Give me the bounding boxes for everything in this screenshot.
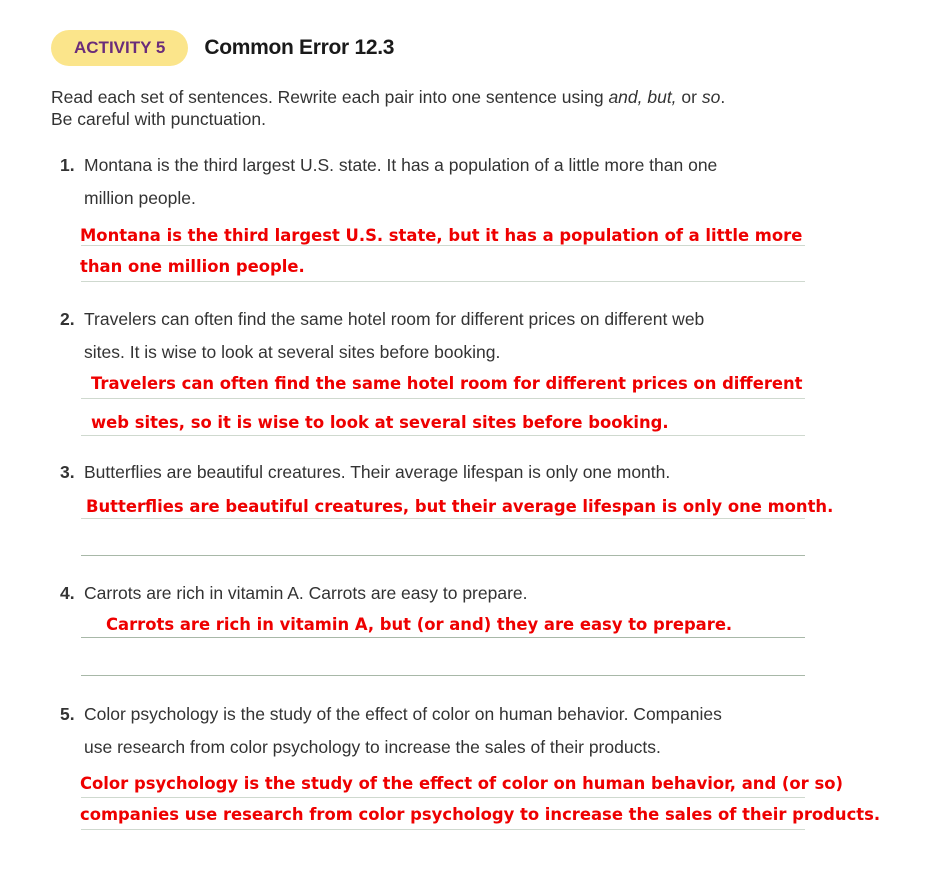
- question-4-number: 4.: [60, 583, 75, 603]
- answer-4-rule-1: [81, 637, 805, 638]
- question-5-line-1: Color psychology is the study of the eff…: [84, 704, 722, 724]
- answer-3-rule-2: [81, 555, 805, 556]
- activity-badge: ACTIVITY 5: [51, 30, 189, 66]
- answer-3-rule-1: [81, 518, 805, 519]
- answer-1-line-2: than one million people.: [80, 257, 305, 276]
- instructions-text: Read each set of sentences. Rewrite each…: [51, 87, 609, 107]
- answer-5-line-1: Color psychology is the study of the eff…: [80, 774, 843, 793]
- answer-1-rule-2: [81, 281, 805, 282]
- question-3-number: 3.: [60, 462, 75, 482]
- activity-title: Common Error 12.3: [204, 36, 395, 59]
- answer-1-rule-1: [81, 245, 805, 246]
- answer-2-line-2: web sites, so it is wise to look at seve…: [91, 413, 669, 432]
- answer-2-rule-2: [81, 435, 805, 436]
- instructions-period: .: [720, 87, 726, 107]
- question-3-line-1: Butterflies are beautiful creatures. The…: [84, 462, 671, 482]
- instructions-conjunctions: and, but,: [608, 87, 677, 107]
- instructions-line2: Be careful with punctuation.: [51, 109, 266, 129]
- question-1-line-1: Montana is the third largest U.S. state.…: [84, 155, 718, 175]
- answer-1-line-1: Montana is the third largest U.S. state,…: [80, 226, 803, 245]
- answer-5-line-2: companies use research from color psycho…: [80, 805, 881, 824]
- answer-4-line-1: Carrots are rich in vitamin A, but (or a…: [106, 615, 733, 634]
- question-1-line-2: million people.: [84, 188, 196, 208]
- question-2-number: 2.: [60, 309, 75, 329]
- question-1-number: 1.: [60, 155, 75, 175]
- answer-4-rule-2: [81, 675, 805, 676]
- answer-3-line-1: Butterflies are beautiful creatures, but…: [86, 497, 834, 516]
- instructions-or: or: [676, 87, 702, 107]
- question-5-line-2: use research from color psychology to in…: [84, 737, 661, 757]
- answer-5-rule-2: [81, 829, 805, 830]
- activity-header: ACTIVITY 5 Common Error 12.3: [51, 30, 394, 66]
- answer-5-rule-1: [81, 797, 805, 798]
- answer-2-line-1: Travelers can often find the same hotel …: [91, 374, 803, 393]
- instructions-so: so: [701, 87, 721, 107]
- question-5-number: 5.: [60, 704, 75, 724]
- answer-2-rule-1: [81, 398, 805, 399]
- question-2-line-2: sites. It is wise to look at several sit…: [84, 342, 501, 362]
- question-2-line-1: Travelers can often find the same hotel …: [84, 309, 705, 329]
- instructions: Read each set of sentences. Rewrite each…: [51, 86, 851, 130]
- question-4-line-1: Carrots are rich in vitamin A. Carrots a…: [84, 583, 528, 603]
